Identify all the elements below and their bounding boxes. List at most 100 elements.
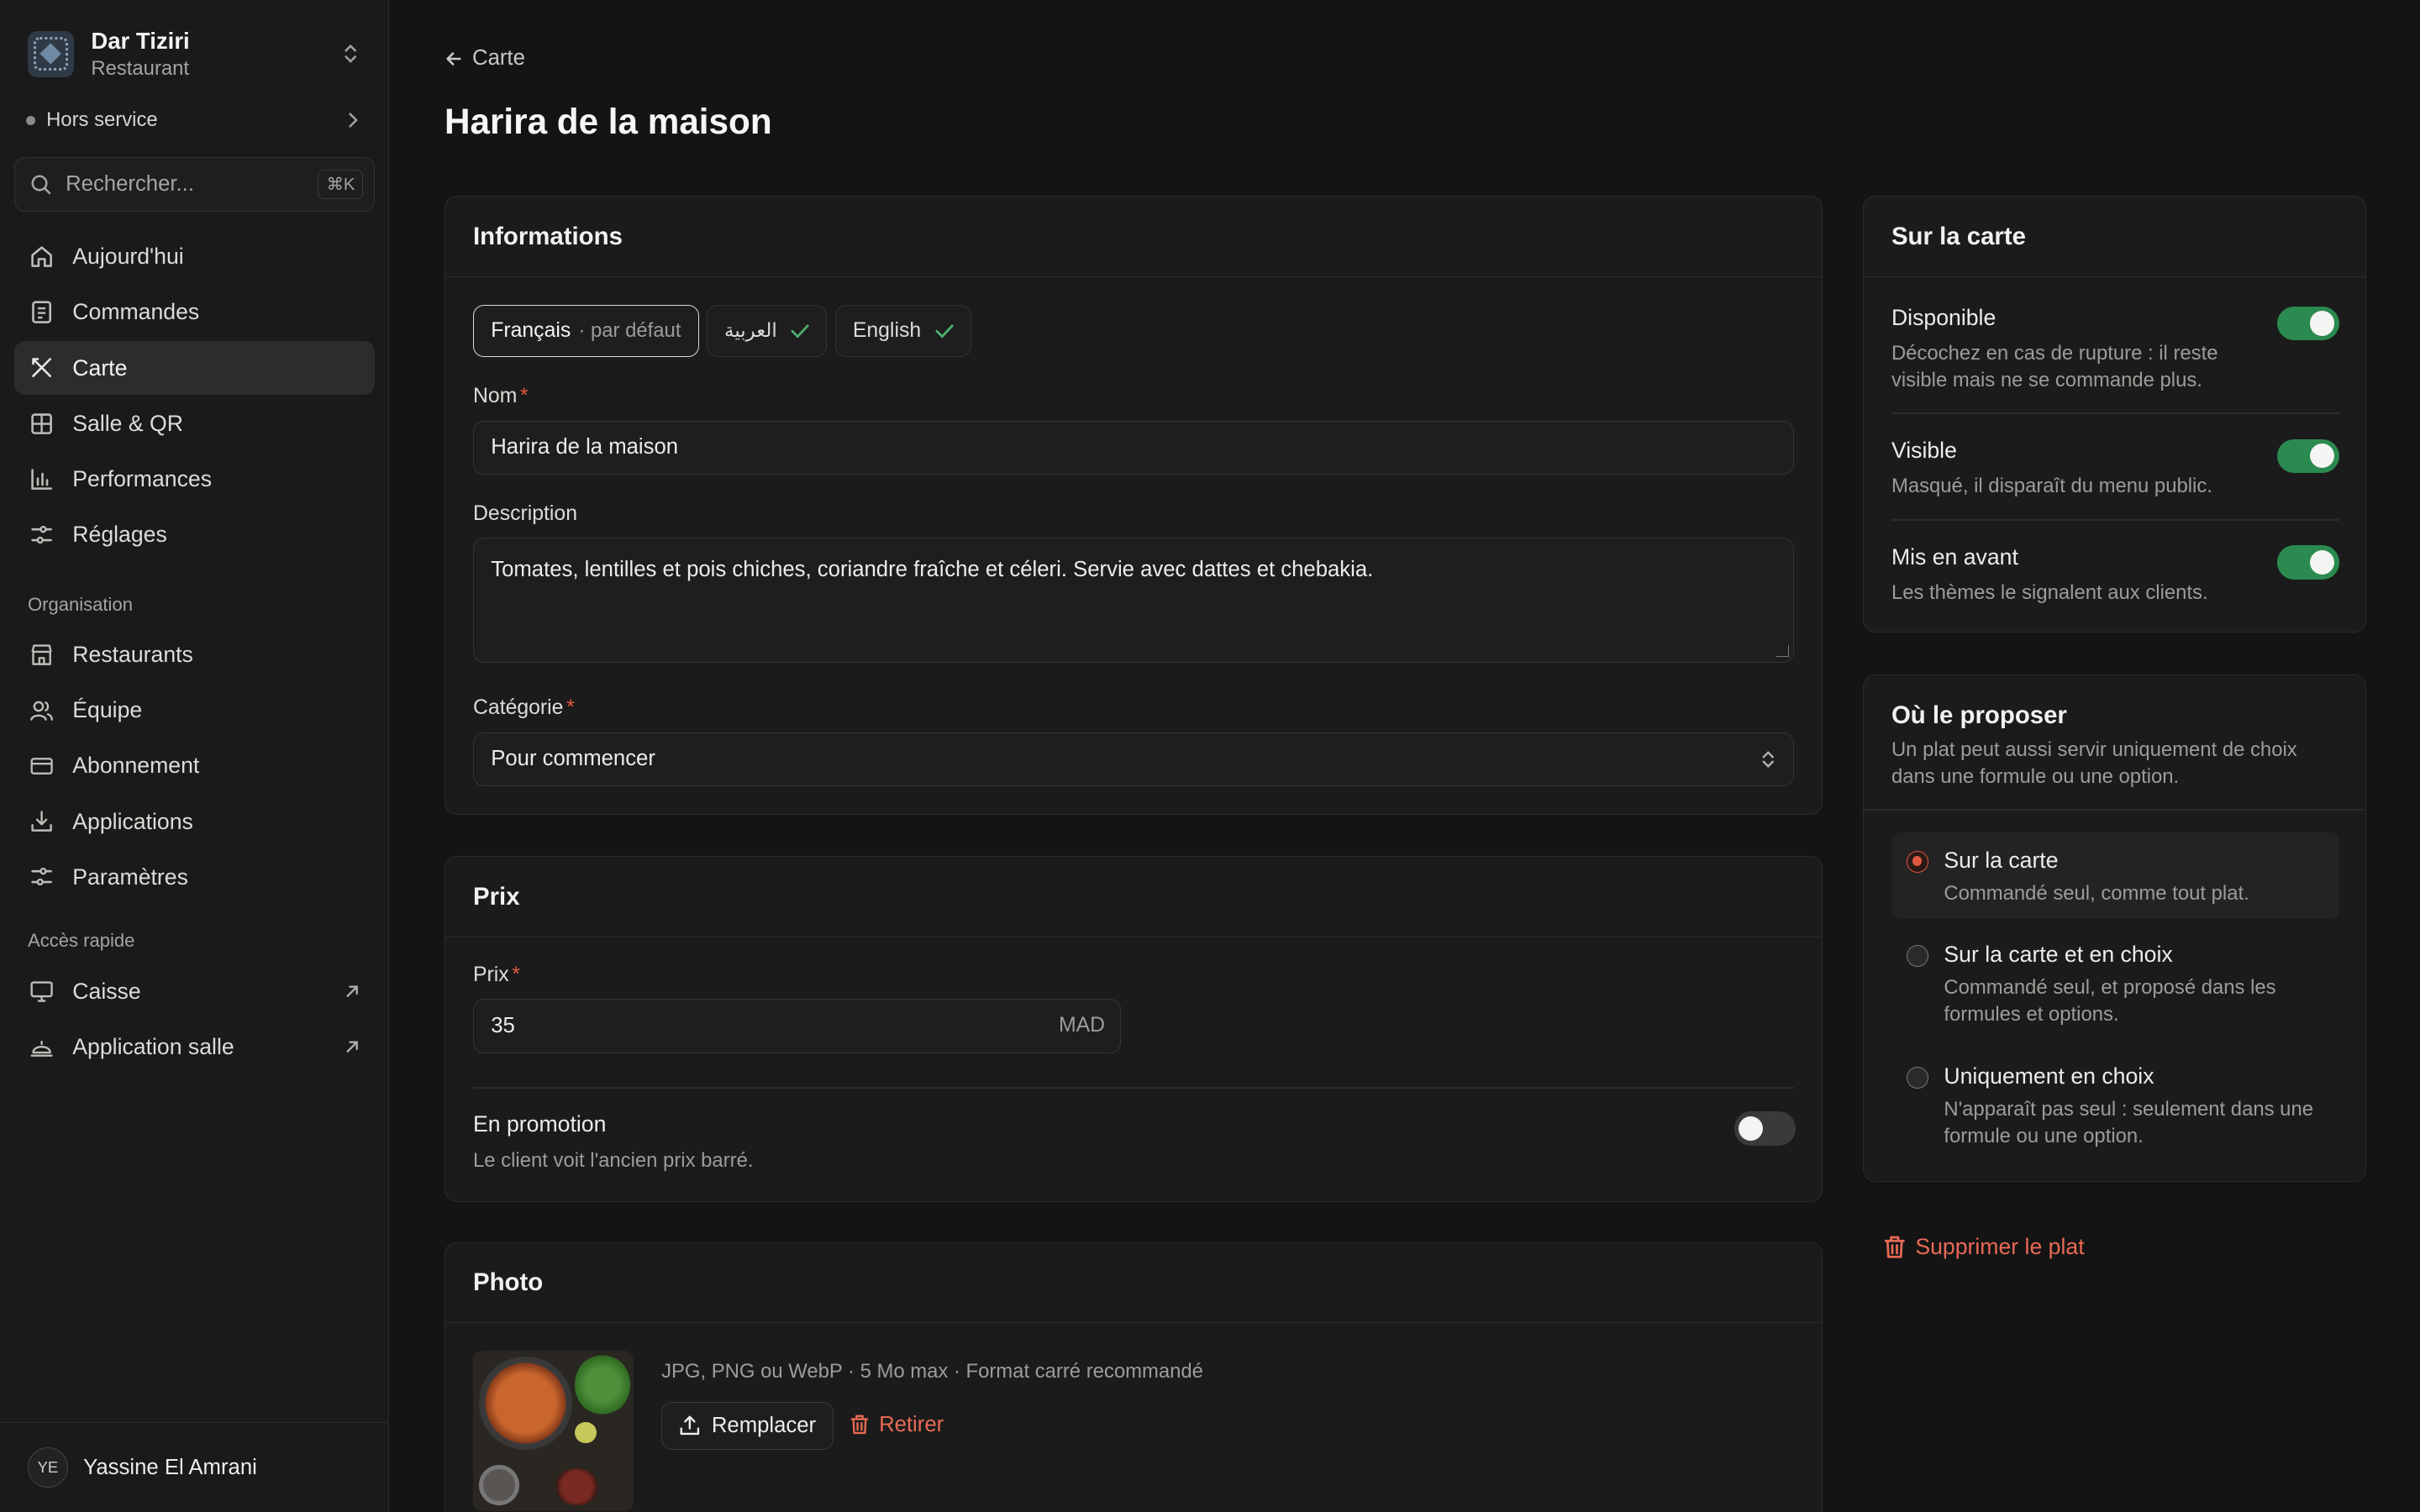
card-title: Informations [445, 197, 1823, 277]
remove-photo-button[interactable]: Retirer [850, 1413, 944, 1437]
radio[interactable] [1907, 1067, 1928, 1089]
card-icon [28, 752, 55, 780]
nav-item-today[interactable]: Aujourd'hui [14, 230, 376, 284]
option-choice-only[interactable]: Uniquement en choix N'apparaît pas seul … [1891, 1048, 2339, 1159]
nav-item-applications[interactable]: Applications [14, 795, 376, 848]
download-icon [28, 807, 55, 835]
nav-item-cash-register[interactable]: Caisse [14, 964, 376, 1018]
button-label: Remplacer [711, 1413, 817, 1437]
grid-icon [28, 410, 55, 438]
nav-item-restaurants[interactable]: Restaurants [14, 628, 376, 682]
nav-item-team[interactable]: Équipe [14, 684, 376, 738]
home-icon [28, 243, 55, 270]
nav-label: Équipe [72, 697, 143, 723]
nav-label: Restaurants [72, 642, 193, 668]
category-select[interactable]: Pour commencer [473, 732, 1795, 786]
org-logo [28, 30, 75, 77]
visible-title: Visible [1891, 437, 1957, 463]
service-status[interactable]: Hors service [26, 105, 360, 136]
promo-desc: Le client voit l'ancien prix barré. [473, 1148, 754, 1172]
option-desc: N'apparaît pas seul : seulement dans une… [1944, 1097, 2313, 1148]
search-input[interactable]: Rechercher... ⌘K [13, 157, 376, 212]
promo-toggle[interactable] [1733, 1111, 1797, 1146]
radio[interactable] [1907, 945, 1928, 967]
option-desc: Commandé seul, et proposé dans les formu… [1944, 975, 2276, 1026]
nav-item-menu[interactable]: Carte [13, 340, 376, 396]
placement-desc: Un plat peut aussi servir uniquement de … [1891, 738, 2297, 789]
avatar: YE [28, 1447, 68, 1488]
org-type: Restaurant [91, 56, 190, 80]
lang-tab-arabic[interactable]: العربية [706, 304, 828, 358]
nav-section-organisation: Organisation [28, 593, 133, 615]
page-title: Harira de la maison [444, 102, 772, 142]
user-menu[interactable]: YE Yassine El Amrani [0, 1422, 389, 1512]
price-field[interactable]: 35 MAD [473, 999, 1122, 1053]
replace-photo-button[interactable]: Remplacer [661, 1401, 834, 1450]
option-menu-and-choice[interactable]: Sur la carte et en choix Commandé seul, … [1891, 927, 2339, 1037]
price-card: Prix Prix * 35 MAD En promotion Le client… [444, 856, 1823, 1202]
sidebar: Dar Tiziri Restaurant Hors service Reche… [0, 0, 389, 1512]
description-field[interactable]: Tomates, lentilles et pois chiches, cori… [473, 538, 1795, 663]
card-title: Où le proposer [1891, 701, 2067, 729]
photo-hint: JPG, PNG ou WebP · 5 Mo max · Format car… [661, 1360, 1203, 1383]
visible-toggle[interactable] [2277, 438, 2339, 474]
radio-selected[interactable] [1907, 850, 1928, 873]
available-toggle[interactable] [2277, 306, 2339, 341]
option-desc: Commandé seul, comme tout plat. [1944, 881, 2249, 905]
monitor-icon [28, 978, 55, 1005]
delete-dish-button[interactable]: Supprimer le plat [1883, 1234, 2085, 1260]
option-menu-only[interactable]: Sur la carte Commandé seul, comme tout p… [1891, 832, 2339, 919]
nav-item-settings[interactable]: Paramètres [14, 850, 376, 904]
divider [1863, 809, 2364, 811]
nav-item-room-app[interactable]: Application salle [14, 1020, 376, 1074]
price-label: Prix * [473, 963, 521, 987]
nav-section-quick-access: Accès rapide [28, 930, 135, 952]
lang-tab-english[interactable]: English [834, 304, 971, 358]
trash-icon [850, 1414, 870, 1436]
nav-label: Salle & QR [72, 410, 183, 436]
back-link[interactable]: Carte [445, 46, 525, 71]
nav-item-orders[interactable]: Commandes [14, 286, 376, 339]
button-label: Supprimer le plat [1915, 1234, 2085, 1260]
nav-item-performance[interactable]: Performances [14, 452, 376, 506]
quick-nav: Accès rapide Caisse Application salle [14, 924, 376, 1075]
nav-label: Commandes [72, 299, 200, 325]
utensils-icon [28, 354, 55, 381]
dish-photo [473, 1351, 634, 1512]
description-text: Tomates, lentilles et pois chiches, cori… [491, 557, 1374, 581]
external-link-icon [345, 1039, 360, 1054]
availability-card: Sur la carte Disponible Décochez en cas … [1862, 196, 2366, 633]
chevron-right-icon [347, 111, 360, 129]
nav-item-subscription[interactable]: Abonnement [14, 739, 376, 793]
card-title: Prix [445, 857, 1823, 937]
sliders-icon [28, 521, 55, 549]
promo-title: En promotion [473, 1111, 607, 1137]
lang-label: Français [491, 319, 571, 343]
language-tabs: Français · par défaut العربية English [473, 304, 971, 358]
org-nav: Organisation Restaurants Équipe Abonneme… [14, 588, 376, 906]
divider [1891, 519, 2339, 521]
trash-icon [1883, 1234, 1907, 1260]
category-value: Pour commencer [491, 747, 655, 771]
card-title: Sur la carte [1863, 197, 2365, 277]
nav-item-room-qr[interactable]: Salle & QR [14, 396, 376, 450]
org-switcher[interactable]: Dar Tiziri Restaurant [28, 28, 361, 80]
upload-icon [679, 1415, 701, 1436]
available-title: Disponible [1891, 304, 1996, 330]
nav-label: Performances [72, 465, 213, 491]
user-name: Yassine El Amrani [83, 1455, 257, 1479]
nav-item-adjustments[interactable]: Réglages [14, 507, 376, 561]
info-card: Informations Français · par défaut العرب… [444, 196, 1823, 815]
resize-handle[interactable] [1776, 644, 1789, 658]
lang-tab-french[interactable]: Français · par défaut [473, 304, 699, 358]
currency-suffix: MAD [1058, 1014, 1106, 1037]
back-label: Carte [472, 46, 525, 71]
featured-toggle[interactable] [2277, 545, 2339, 580]
nav-label: Carte [72, 354, 128, 381]
store-icon [28, 641, 55, 669]
users-icon [28, 696, 55, 724]
name-field[interactable]: Harira de la maison [473, 420, 1795, 475]
lang-label: العربية [724, 320, 777, 343]
description-label: Description [473, 501, 577, 525]
settings-icon [28, 864, 55, 891]
